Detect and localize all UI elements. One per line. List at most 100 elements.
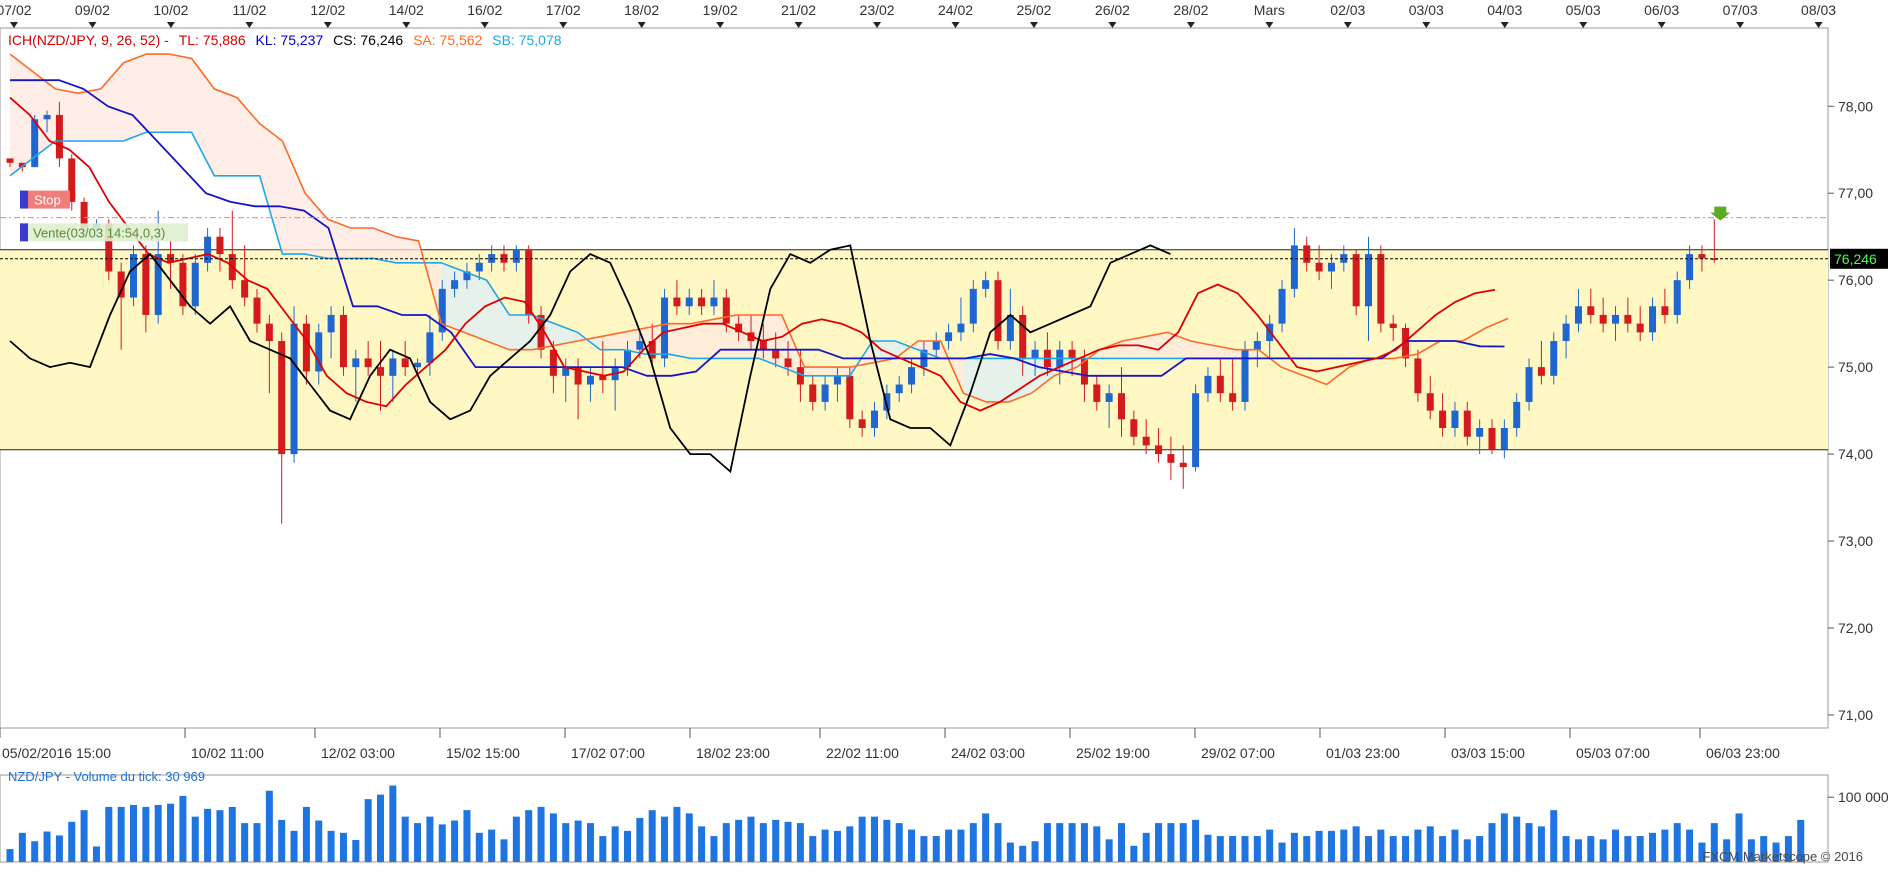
volume-bar (772, 819, 780, 862)
volume-bar (624, 830, 631, 862)
volume-bar (302, 806, 310, 862)
order-marker (20, 223, 28, 242)
candle-body-down (278, 341, 286, 455)
volume-legend: NZD/JPY - Volume du tick: 30 969 (8, 769, 206, 784)
stop-label: Stop (34, 193, 61, 208)
volume-bar (414, 823, 422, 862)
bottom-date-label: 01/03 23:00 (1326, 745, 1400, 761)
volume-bar (957, 829, 965, 862)
volume-bar (1537, 826, 1545, 862)
volume-bar (438, 824, 446, 862)
top-date-label: 08/03 (1801, 2, 1836, 18)
candle-body-down (772, 349, 780, 359)
volume-bar (488, 829, 496, 862)
volume-bar (216, 810, 224, 862)
candle-body-down (784, 358, 792, 368)
volume-bar (167, 803, 175, 862)
volume-bar (710, 836, 718, 862)
volume-bar (895, 823, 903, 862)
volume-bar (389, 785, 397, 862)
volume-bar (759, 823, 767, 862)
volume-bar (1031, 841, 1039, 862)
volume-bar (512, 816, 520, 862)
candle-body-up (130, 254, 137, 298)
bottom-date-label: 10/02 11:00 (191, 745, 264, 761)
volume-bar (574, 820, 582, 862)
top-date-marker (951, 22, 960, 28)
volume-bar (117, 806, 125, 862)
stop-marker (20, 190, 28, 209)
top-date-marker (166, 22, 175, 28)
volume-bar (265, 790, 273, 862)
volume-bar (1006, 842, 1014, 862)
volume-bar (1562, 836, 1570, 862)
volume-bar (1080, 823, 1088, 862)
top-date-label: 07/02 (0, 2, 32, 18)
volume-bar (68, 821, 76, 862)
top-date-marker (1736, 22, 1745, 28)
candle-body-down (1426, 393, 1434, 411)
volume-bar (908, 829, 916, 862)
volume-bar (315, 820, 323, 862)
candle-body-up (932, 341, 940, 350)
volume-bar (969, 823, 977, 862)
volume-bar (1686, 829, 1694, 862)
volume-bar (661, 816, 669, 862)
volume-bar (809, 836, 817, 862)
y-tick-label: 71,00 (1838, 707, 1873, 723)
bottom-date-label: 05/03 07:00 (1576, 745, 1650, 761)
candle-body-up (871, 410, 878, 428)
y-tick-label: 74,00 (1838, 446, 1873, 462)
indicator-legend: ICH(NZD/JPY, 9, 26, 52) - TL: 75,886 KL:… (8, 32, 562, 48)
volume-bar (364, 799, 372, 862)
volume-bar (648, 810, 656, 862)
volume-bar (1389, 836, 1397, 862)
volume-bar (1155, 823, 1163, 862)
candle-body-up (1031, 349, 1039, 359)
top-date-marker (245, 22, 254, 28)
volume-bar (1661, 829, 1669, 862)
top-date-label: 06/03 (1644, 2, 1679, 18)
cloud-segment (78, 88, 101, 142)
legend-sa: SA: 75,562 (413, 32, 483, 48)
volume-bar (1574, 839, 1582, 862)
bottom-date-label: 22/02 11:00 (826, 745, 899, 761)
candle-body-up (586, 375, 594, 385)
candle-body-up (426, 332, 434, 363)
volume-bar (105, 806, 113, 862)
volume-bar (846, 826, 854, 862)
candle-body-down (302, 323, 310, 372)
candle-body-down (253, 297, 261, 324)
candle-body-up (1253, 341, 1261, 350)
candle-body-down (364, 358, 372, 368)
candle-body-up (389, 358, 397, 376)
top-date-label: 19/02 (703, 2, 738, 18)
bottom-date-label: 24/02 03:00 (951, 745, 1025, 761)
volume-bar (586, 823, 594, 862)
candle-body-up (1365, 254, 1372, 307)
candle-body-down (6, 158, 14, 163)
top-date-marker (1108, 22, 1117, 28)
y-tick-label: 75,00 (1838, 359, 1873, 375)
candle-body-up (1278, 288, 1286, 324)
cloud-segment (827, 367, 850, 376)
legend-kl: KL: 75,237 (255, 32, 324, 48)
volume-bar (1278, 842, 1286, 862)
volume-bar (1327, 830, 1335, 862)
candle-body-down (1537, 367, 1545, 376)
candle-body-down (1624, 314, 1632, 324)
volume-bar (525, 810, 533, 862)
top-date-label: 18/02 (624, 2, 659, 18)
cloud-segment (214, 88, 237, 176)
volume-bar (1093, 826, 1101, 862)
volume-bar (537, 806, 545, 862)
top-date-marker (323, 22, 332, 28)
top-date-marker (1657, 22, 1666, 28)
top-date-marker (1500, 22, 1509, 28)
legend-sb: SB: 75,078 (492, 32, 562, 48)
volume-bar (1167, 823, 1175, 862)
volume-bar (1229, 836, 1237, 862)
candle-body-down (142, 254, 150, 315)
cloud-segment (804, 367, 828, 376)
candle-body-down (1229, 393, 1237, 402)
